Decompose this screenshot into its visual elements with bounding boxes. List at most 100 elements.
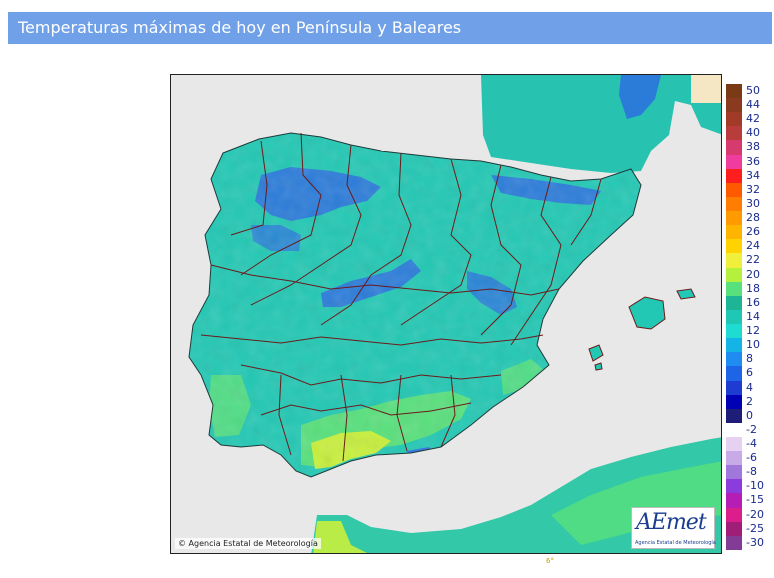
legend-item: -30: [726, 535, 772, 551]
legend-swatch: [726, 98, 742, 113]
legend-label: 10: [746, 338, 760, 352]
menorca-island: [676, 288, 696, 300]
map-canvas: [171, 75, 721, 553]
legend-label: 4: [746, 380, 753, 394]
copyright-icon: ©: [178, 539, 186, 548]
legend-swatch: [726, 168, 742, 183]
legend-item: 6: [726, 366, 772, 381]
legend-label: -4: [746, 437, 757, 450]
legend-label: -25: [746, 521, 764, 535]
map-credit: © Agencia Estatal de Meteorología: [175, 538, 321, 549]
legend-label: 2: [746, 394, 753, 408]
legend-label: -15: [746, 493, 764, 507]
legend-item: 12: [726, 324, 772, 339]
legend-swatch: [726, 521, 742, 536]
legend-label: 0: [746, 408, 753, 422]
legend-swatch: [726, 493, 742, 508]
legend-item: -25: [726, 521, 772, 537]
legend-swatch: [726, 338, 742, 353]
legend-item: 10: [726, 338, 772, 353]
legend-item: 38: [726, 140, 772, 155]
legend-swatch: [726, 239, 742, 254]
legend-item: 0: [726, 408, 772, 424]
logo-sub-text: Agencia Estatal de Meteorología: [635, 540, 716, 546]
italy-land: [691, 75, 721, 103]
legend-item: -8: [726, 465, 772, 480]
legend-swatch: [726, 154, 742, 169]
legend-label: 42: [746, 112, 760, 126]
legend-label: 28: [746, 211, 760, 225]
legend-item: 20: [726, 267, 772, 283]
legend-item: -15: [726, 493, 772, 508]
legend-label: 24: [746, 239, 760, 253]
legend-label: -2: [746, 422, 757, 436]
legend-label: 50: [746, 84, 760, 97]
legend-item: -2: [726, 422, 772, 438]
legend-label: 30: [746, 196, 760, 210]
legend-item: -10: [726, 479, 772, 494]
legend-item: 18: [726, 281, 772, 297]
legend-label: 16: [746, 295, 760, 309]
legend-swatch: [726, 182, 742, 197]
legend-swatch: [726, 352, 742, 367]
legend-item: 24: [726, 239, 772, 254]
legend-label: -6: [746, 451, 757, 465]
map-footnote: 6°: [546, 557, 554, 565]
legend-item: 2: [726, 394, 772, 410]
legend-swatch: [726, 394, 742, 409]
legend-item: 50: [726, 84, 772, 99]
legend-item: 8: [726, 352, 772, 367]
legend-label: -30: [746, 535, 764, 549]
legend-item: 28: [726, 211, 772, 226]
legend-swatch: [726, 380, 742, 395]
legend-swatch: [726, 211, 742, 226]
legend-item: 44: [726, 98, 772, 113]
legend-label: 6: [746, 366, 753, 380]
legend-label: 12: [746, 324, 760, 338]
legend-item: -20: [726, 507, 772, 523]
legend-swatch: [726, 437, 742, 452]
legend-item: 32: [726, 182, 772, 198]
legend-label: 40: [746, 126, 760, 140]
legend-swatch: [726, 535, 742, 550]
legend-swatch: [726, 465, 742, 480]
temperature-legend: 50 44 42 40 38 36 34 32 30 28 26 24 22 20 18 16 14 12 10 8 6…: [726, 84, 772, 550]
legend-label: 32: [746, 182, 760, 196]
legend-swatch: [726, 112, 742, 127]
legend-swatch: [726, 309, 742, 325]
legend-swatch: [726, 479, 742, 494]
legend-label: 44: [746, 98, 760, 112]
legend-label: 34: [746, 168, 760, 182]
legend-label: -10: [746, 479, 764, 493]
legend-item: -6: [726, 451, 772, 466]
temperature-map[interactable]: © Agencia Estatal de Meteorología AEmet …: [170, 74, 722, 554]
legend-item: 16: [726, 295, 772, 311]
legend-swatch: [726, 281, 742, 296]
legend-swatch: [726, 253, 742, 268]
legend-label: 14: [746, 309, 760, 323]
legend-swatch: [726, 267, 742, 282]
legend-label: 38: [746, 140, 760, 154]
legend-swatch: [726, 140, 742, 155]
legend-swatch: [726, 84, 742, 99]
legend-label: 36: [746, 154, 760, 168]
legend-label: 8: [746, 352, 753, 366]
legend-item: 34: [726, 168, 772, 184]
legend-swatch: [726, 196, 742, 212]
aemet-logo: AEmet Agencia Estatal de Meteorología: [631, 507, 716, 549]
legend-item: 36: [726, 154, 772, 170]
legend-label: 18: [746, 281, 760, 295]
legend-item: -4: [726, 437, 772, 452]
legend-swatch: [726, 507, 742, 522]
legend-swatch: [726, 295, 742, 310]
legend-swatch: [726, 408, 742, 423]
legend-swatch: [726, 225, 742, 240]
logo-main-text: AEmet: [636, 510, 707, 535]
legend-swatch: [726, 126, 742, 141]
legend-swatch: [726, 451, 742, 466]
legend-label: 22: [746, 253, 760, 267]
legend-item: 26: [726, 225, 772, 240]
legend-swatch: [726, 366, 742, 381]
credit-text: Agencia Estatal de Meteorología: [188, 539, 318, 548]
legend-item: 30: [726, 196, 772, 212]
